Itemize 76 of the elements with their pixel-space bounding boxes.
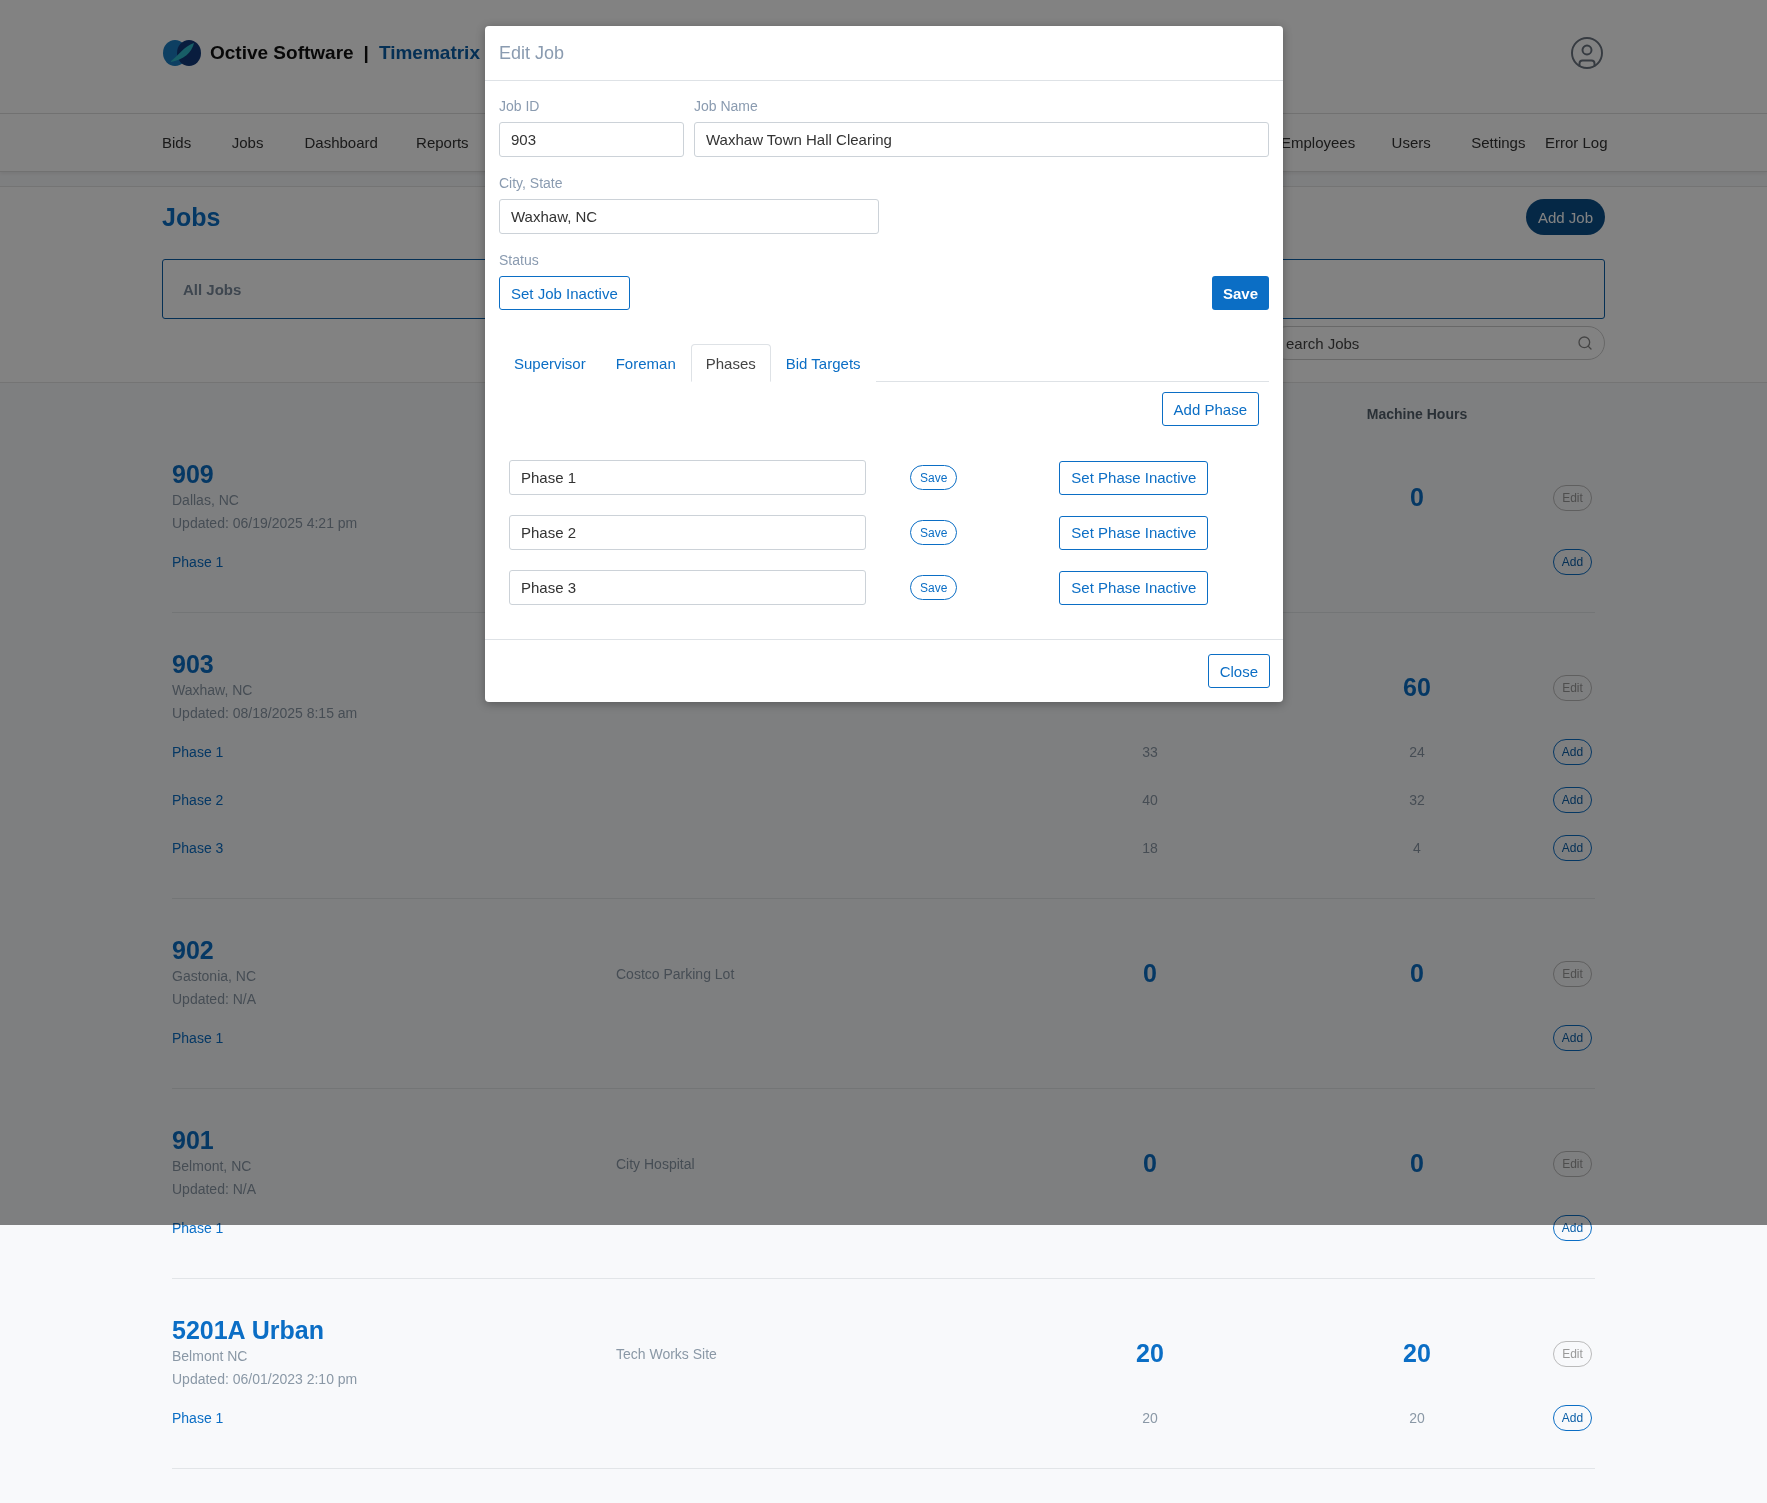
job-updated: Updated: N/A	[172, 990, 257, 1009]
job-location: Waxhaw, NC	[172, 681, 253, 700]
job-number: 903	[172, 650, 214, 679]
field-label: Status	[499, 252, 540, 268]
phase-hours: 18	[1141, 840, 1159, 856]
close-button[interactable]: Close	[1207, 654, 1270, 688]
job-name: Costco Parking Lot	[616, 965, 736, 982]
field-label: City, State	[499, 175, 564, 191]
hours-total: 0	[1142, 959, 1158, 988]
phase-link[interactable]: Phase 3	[172, 840, 224, 856]
phase-hours: 33	[1141, 744, 1159, 760]
machine-hours-total: 60	[1402, 673, 1432, 702]
logo-icon	[162, 37, 202, 68]
phase-machine-hours: 4	[1412, 840, 1422, 856]
user-avatar-icon[interactable]	[1569, 34, 1605, 71]
page-title: Jobs	[162, 202, 221, 232]
hours-total: 20	[1135, 1339, 1165, 1368]
nav-link[interactable]: Dashboard	[304, 134, 417, 151]
phase-hours: 40	[1141, 792, 1159, 808]
job-name-field[interactable]: Waxhaw Town Hall Clearing	[694, 122, 1269, 157]
phase-link[interactable]: Phase 1	[172, 1220, 224, 1236]
job-id-field[interactable]: 903	[499, 122, 684, 157]
column-header: Machine Hours	[1365, 406, 1469, 422]
add-phase-button[interactable]: Add Phase	[1161, 392, 1259, 426]
add-job-button[interactable]: Add Job	[1525, 199, 1605, 235]
machine-hours-total: 0	[1409, 1149, 1425, 1178]
save-button[interactable]: Save	[1211, 276, 1269, 310]
machine-hours-total: 0	[1409, 483, 1425, 512]
phase-link[interactable]: Phase 1	[172, 744, 224, 760]
field-label: Job Name	[694, 98, 759, 114]
job-location: Belmont, NC	[172, 1157, 252, 1176]
job-number: 5201A Urban	[172, 1316, 324, 1345]
tab[interactable]: Phases	[690, 344, 771, 382]
product-name: Timematrix	[378, 41, 480, 64]
job-updated: Updated: 06/01/2023 2:10 pm	[172, 1370, 358, 1389]
nav-link[interactable]: Users	[1391, 134, 1472, 151]
phase-machine-hours: 32	[1408, 792, 1426, 808]
phase-hours: 20	[1141, 1410, 1159, 1426]
nav-link[interactable]: Settings	[1471, 134, 1545, 151]
save-phase-button[interactable]: Save	[910, 575, 958, 600]
save-phase-button[interactable]: Save	[910, 465, 958, 490]
phase-name-field[interactable]: Phase 3	[509, 570, 866, 605]
phase-name-field[interactable]: Phase 1	[509, 460, 866, 495]
machine-hours-total: 20	[1402, 1339, 1432, 1368]
job-location: Dallas, NC	[172, 491, 239, 510]
nav-link[interactable]: Error Log	[1545, 134, 1605, 151]
save-phase-button[interactable]: Save	[910, 520, 958, 545]
job-name: City Hospital	[616, 1155, 696, 1172]
job-updated: Updated: N/A	[172, 1180, 257, 1199]
job-location: Belmont NC	[172, 1347, 248, 1366]
filter-label: All Jobs	[183, 280, 242, 298]
job-name: Tech Works Site	[616, 1345, 718, 1362]
brand-separator: |	[363, 41, 369, 64]
company-name: Octive Software	[210, 41, 354, 64]
field-label: Job ID	[499, 98, 541, 114]
job-updated: Updated: 06/19/2025 4:21 pm	[172, 514, 358, 533]
nav-link[interactable]: Jobs	[231, 134, 305, 151]
search-icon	[1577, 335, 1593, 351]
nav-link[interactable]: Employees	[1280, 134, 1392, 151]
nav-link[interactable]: Bids	[162, 134, 232, 151]
job-number: 901	[172, 1126, 214, 1155]
phase-link[interactable]: Phase 1	[172, 1410, 224, 1426]
city-state-field[interactable]: Waxhaw, NC	[499, 199, 879, 234]
job-number: 902	[172, 936, 214, 965]
phase-link[interactable]: Phase 1	[172, 554, 224, 570]
job-updated: Updated: 08/18/2025 8:15 am	[172, 704, 358, 723]
phase-link[interactable]: Phase 2	[172, 792, 224, 808]
dialog-title: Edit Job	[499, 42, 565, 64]
job-number: 909	[172, 460, 214, 489]
hours-total: 0	[1142, 1149, 1158, 1178]
job-location: Gastonia, NC	[172, 967, 257, 986]
phase-link[interactable]: Phase 1	[172, 1030, 224, 1046]
phase-machine-hours: 20	[1408, 1410, 1426, 1426]
phase-machine-hours: 24	[1408, 744, 1426, 760]
phase-name-field[interactable]: Phase 2	[509, 515, 866, 550]
machine-hours-total: 0	[1409, 959, 1425, 988]
